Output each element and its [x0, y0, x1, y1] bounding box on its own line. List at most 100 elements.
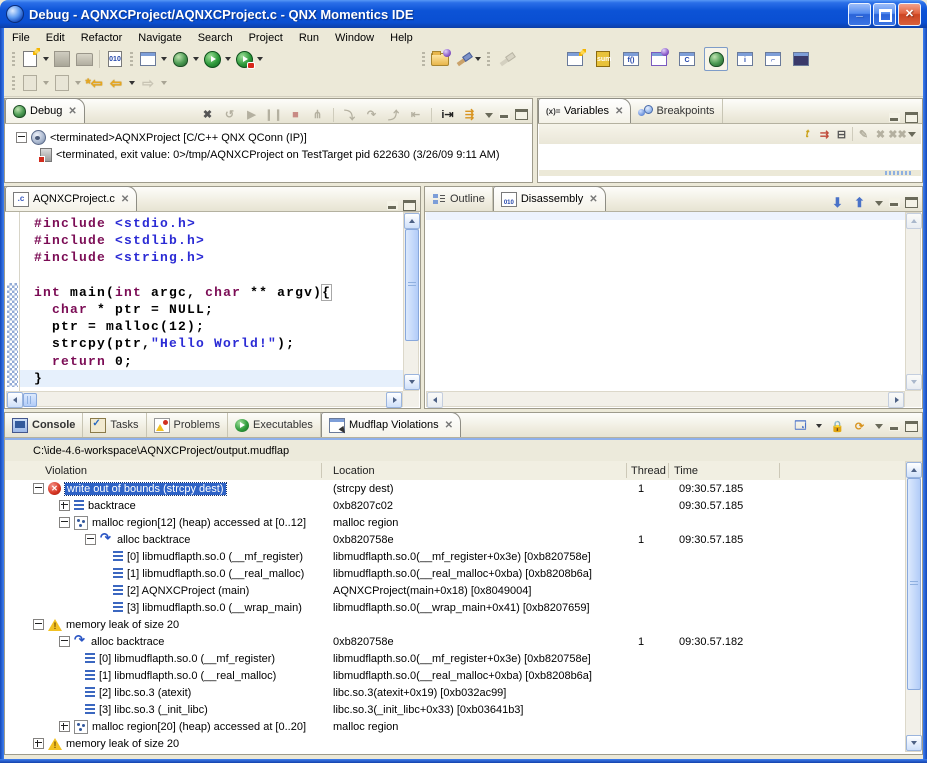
maximize-view-button[interactable]	[403, 200, 416, 211]
maximize-button[interactable]	[873, 3, 896, 26]
tab-variables[interactable]: (x)= Variables ✕	[538, 98, 631, 123]
close-icon[interactable]: ✕	[589, 194, 597, 205]
column-header-thread[interactable]: Thread	[631, 461, 666, 480]
minimize-view-button[interactable]	[387, 201, 398, 210]
maximize-view-button[interactable]	[905, 112, 918, 123]
last-edit-location-button[interactable]: *⇦	[83, 72, 105, 94]
collapse-icon[interactable]	[59, 517, 70, 528]
debug-tree-row[interactable]: <terminated, exit value: 0>/tmp/AQNXCPro…	[6, 145, 531, 162]
view-menu-chevron[interactable]	[483, 111, 494, 119]
open-perspective-button[interactable]	[564, 48, 586, 70]
new-wizard-button[interactable]	[19, 48, 41, 70]
toolbar-drag-handle[interactable]	[12, 52, 15, 67]
forward-button[interactable]: ⇨	[137, 72, 159, 94]
toolbar-drag-handle[interactable]	[12, 76, 15, 91]
editor-horizontal-scrollbar[interactable]	[6, 391, 403, 407]
show-logical-structure-button[interactable]: ⇉	[816, 126, 833, 143]
scroll-up-button[interactable]	[906, 462, 922, 478]
close-icon[interactable]: ✕	[615, 106, 623, 117]
collapse-icon[interactable]	[16, 132, 27, 143]
menu-file[interactable]: File	[4, 30, 38, 46]
scroll-to-top-button[interactable]: ⬆	[851, 194, 868, 211]
debug-tree-row[interactable]: <terminated>AQNXProject [C/C++ QNX QConn…	[6, 124, 531, 145]
toolbar-drag-handle[interactable]	[487, 52, 490, 67]
resume-button[interactable]: ▶	[243, 106, 260, 123]
use-step-filters-button[interactable]: ⇶	[461, 106, 478, 123]
expand-icon[interactable]	[59, 500, 70, 511]
view-menu-chevron[interactable]	[873, 422, 884, 430]
tab-breakpoints[interactable]: Breakpoints	[631, 99, 722, 123]
table-row[interactable]: [1] libmudflapth.so.0 (__real_malloc) li…	[5, 565, 905, 582]
c-cpp-perspective-button[interactable]: C	[676, 48, 698, 70]
table-row[interactable]: malloc region[20] (heap) accessed at [0.…	[5, 718, 905, 735]
scroll-down-button[interactable]	[906, 374, 922, 390]
remove-terminated-button[interactable]: ✖	[199, 106, 216, 123]
open-file-button[interactable]	[429, 48, 451, 70]
table-row[interactable]: [2] libc.so.3 (atexit) libc.so.3(atexit+…	[5, 684, 905, 701]
editor-vertical-scrollbar[interactable]	[403, 212, 419, 391]
table-row[interactable]: malloc region[12] (heap) accessed at [0.…	[5, 514, 905, 531]
collapse-icon[interactable]	[33, 483, 44, 494]
close-icon[interactable]: ✕	[445, 420, 453, 431]
open-console-button[interactable]: 🗔	[792, 418, 809, 435]
search-dropdown[interactable]	[473, 48, 483, 70]
table-row[interactable]: alloc backtrace 0xb820758e 1 09:30.57.18…	[5, 633, 905, 650]
menu-window[interactable]: Window	[327, 30, 382, 46]
table-row[interactable]: [0] libmudflapth.so.0 (__mf_register) li…	[5, 650, 905, 667]
debug-perspective-button[interactable]	[704, 47, 728, 71]
column-header-violation[interactable]: Violation	[45, 461, 87, 480]
scroll-left-button[interactable]	[7, 392, 23, 408]
step-over-button[interactable]: ↷	[363, 106, 380, 123]
scroll-up-button[interactable]	[404, 213, 420, 229]
previous-annotation-button[interactable]	[51, 72, 73, 94]
menu-help[interactable]: Help	[382, 30, 421, 46]
scroll-down-button[interactable]	[404, 374, 420, 390]
title-bar[interactable]: Debug - AQNXCProject/AQNXCProject.c - QN…	[0, 0, 927, 28]
profile-button[interactable]	[233, 48, 255, 70]
step-return-button[interactable]: ⤴	[385, 106, 402, 123]
collapse-icon[interactable]	[33, 619, 44, 630]
remove-all-button[interactable]: ✖✖	[889, 126, 906, 143]
tab-debug[interactable]: Debug ✕	[5, 98, 85, 123]
system-information-perspective-button[interactable]: i	[734, 48, 756, 70]
run-button[interactable]	[201, 48, 223, 70]
suspend-button[interactable]: ❙❙	[265, 106, 282, 123]
print-button[interactable]	[73, 48, 95, 70]
system-builder-perspective-button[interactable]: ⌐	[762, 48, 784, 70]
debug-dropdown[interactable]	[191, 48, 201, 70]
menu-run[interactable]: Run	[291, 30, 327, 46]
tab-disassembly[interactable]: Disassembly ✕	[493, 186, 606, 211]
toolbar-drag-handle[interactable]	[130, 52, 133, 67]
scroll-down-button[interactable]	[906, 735, 922, 751]
minimize-view-button[interactable]	[499, 110, 510, 119]
tab-editor-aqnxcproject[interactable]: AQNXCProject.c ✕	[5, 186, 137, 211]
disassembly-content[interactable]	[426, 212, 905, 391]
binary-file-button[interactable]: 010	[104, 48, 126, 70]
show-type-names-button[interactable]: 𝑡	[799, 126, 816, 143]
run-dropdown[interactable]	[223, 48, 233, 70]
relaunch-button[interactable]: ↺	[221, 106, 238, 123]
debug-tree[interactable]: <terminated>AQNXProject [C/C++ QNX QConn…	[6, 124, 531, 181]
disconnect-button[interactable]: ⋔	[309, 106, 326, 123]
view-menu-chevron[interactable]	[906, 130, 917, 138]
drop-to-frame-button[interactable]: ⇤	[407, 106, 424, 123]
minimize-button[interactable]: _	[848, 3, 871, 26]
menu-navigate[interactable]: Navigate	[130, 30, 189, 46]
expand-icon[interactable]	[33, 738, 44, 749]
collapse-icon[interactable]	[85, 534, 96, 545]
scrollbar-thumb[interactable]	[405, 229, 419, 341]
previous-annotation-dropdown[interactable]	[73, 72, 83, 94]
column-header-time[interactable]: Time	[674, 461, 698, 480]
variables-detail-pane[interactable]	[539, 176, 921, 181]
application-profiler-perspective-button[interactable]: f()	[620, 48, 642, 70]
search-brush-button[interactable]	[451, 48, 473, 70]
code-editor[interactable]: #include <stdio.h> #include <stdlib.h> #…	[6, 212, 403, 391]
menu-project[interactable]: Project	[241, 30, 291, 46]
scroll-to-bottom-button[interactable]: ⬇	[829, 194, 846, 211]
format-brush-button[interactable]	[494, 48, 516, 70]
table-row[interactable]: [3] libc.so.3 (_init_libc) libc.so.3(_in…	[5, 701, 905, 718]
disassembly-vertical-scrollbar[interactable]	[905, 212, 921, 391]
table-row[interactable]: [2] AQNXCProject (main) AQNXCProject(mai…	[5, 582, 905, 599]
scroll-right-button[interactable]	[386, 392, 402, 408]
scroll-right-button[interactable]	[888, 392, 904, 408]
